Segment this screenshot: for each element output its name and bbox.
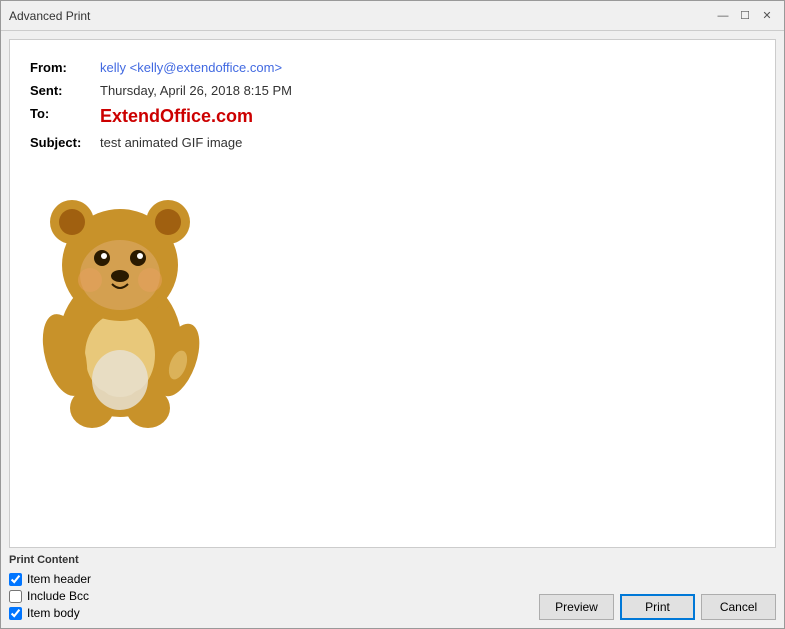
minimize-icon: ― <box>718 10 729 22</box>
item-header-label: Item header <box>27 572 91 586</box>
cancel-button[interactable]: Cancel <box>701 594 776 620</box>
email-preview-area: From: kelly <kelly@extendoffice.com> Sen… <box>9 39 776 548</box>
sent-label: Sent: <box>30 79 100 102</box>
item-body-checkbox[interactable] <box>9 607 22 620</box>
print-content-label: Print Content <box>9 554 91 566</box>
to-value: ExtendOffice.com <box>100 102 755 131</box>
maximize-button[interactable]: ☐ <box>736 7 754 25</box>
sent-row: Sent: Thursday, April 26, 2018 8:15 PM <box>30 79 755 102</box>
advanced-print-window: Advanced Print ― ☐ ✕ From: kelly <kelly@… <box>0 0 785 629</box>
bear-svg <box>30 170 210 430</box>
action-buttons: Preview Print Cancel <box>539 590 776 620</box>
print-button[interactable]: Print <box>620 594 695 620</box>
subject-row: Subject: test animated GIF image <box>30 131 755 154</box>
include-bcc-checkbox[interactable] <box>9 590 22 603</box>
from-label: From: <box>30 56 100 79</box>
minimize-button[interactable]: ― <box>714 7 732 25</box>
close-button[interactable]: ✕ <box>758 7 776 25</box>
close-icon: ✕ <box>762 9 771 22</box>
titlebar: Advanced Print ― ☐ ✕ <box>1 1 784 31</box>
item-header-checkbox[interactable] <box>9 573 22 586</box>
include-bcc-checkbox-row[interactable]: Include Bcc <box>9 589 91 603</box>
subject-label: Subject: <box>30 131 100 154</box>
preview-button[interactable]: Preview <box>539 594 614 620</box>
to-row: To: ExtendOffice.com <box>30 102 755 131</box>
item-body-label: Item body <box>27 606 80 620</box>
to-label: To: <box>30 102 100 131</box>
item-body-checkbox-row[interactable]: Item body <box>9 606 91 620</box>
subject-value: test animated GIF image <box>100 131 755 154</box>
maximize-icon: ☐ <box>740 9 750 22</box>
print-content-section: Print Content Item header Include Bcc It… <box>9 554 91 620</box>
bear-image <box>30 170 210 430</box>
checkboxes-row: Item header Include Bcc Item body <box>9 572 91 620</box>
from-value: kelly <kelly@extendoffice.com> <box>100 56 755 79</box>
bottom-bar: Print Content Item header Include Bcc It… <box>9 554 776 620</box>
item-header-checkbox-row[interactable]: Item header <box>9 572 91 586</box>
from-row: From: kelly <kelly@extendoffice.com> <box>30 56 755 79</box>
window-controls: ― ☐ ✕ <box>714 7 776 25</box>
sent-value: Thursday, April 26, 2018 8:15 PM <box>100 79 755 102</box>
email-header-table: From: kelly <kelly@extendoffice.com> Sen… <box>30 56 755 154</box>
include-bcc-label: Include Bcc <box>27 589 89 603</box>
main-content: From: kelly <kelly@extendoffice.com> Sen… <box>1 31 784 628</box>
window-title: Advanced Print <box>9 9 90 23</box>
